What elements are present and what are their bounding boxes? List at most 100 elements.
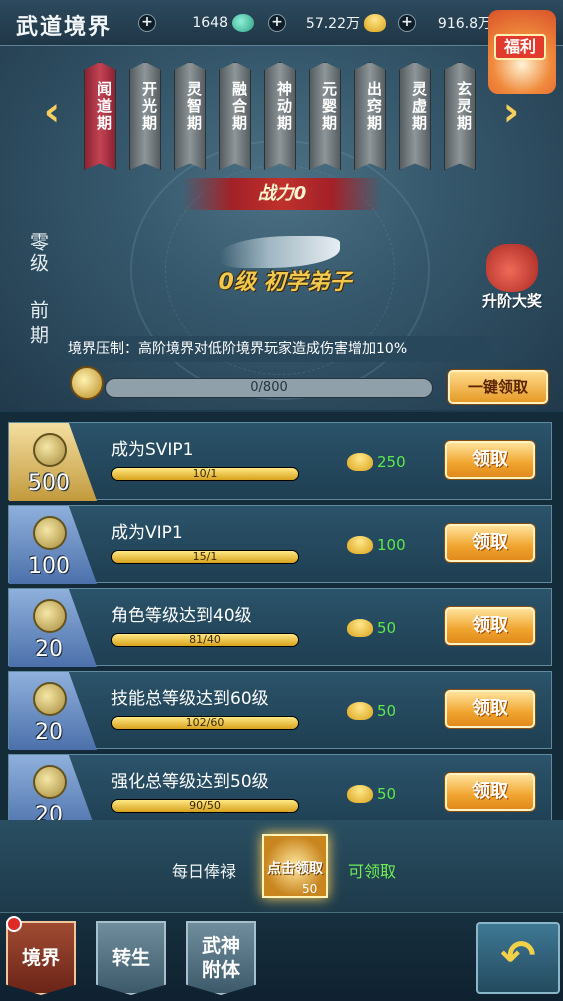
task-reward: 250 bbox=[377, 453, 406, 471]
silver-count: 916.8万 bbox=[437, 16, 492, 32]
task-badge: 20 bbox=[9, 589, 97, 667]
jade-gem-icon bbox=[232, 14, 254, 32]
gold-ingot-icon bbox=[347, 785, 373, 803]
task-row: 100 成为VIP1 15/1 100 领取 bbox=[8, 505, 552, 584]
task-name: 强化总等级达到50级 bbox=[111, 772, 269, 792]
badge-value: 100 bbox=[28, 554, 70, 579]
nav-rebirth[interactable]: 转生 bbox=[96, 921, 166, 995]
task-reward: 50 bbox=[377, 702, 397, 720]
tab-label: 融合期 bbox=[230, 81, 248, 132]
tab-stage-3[interactable]: 灵智期 bbox=[174, 62, 206, 170]
tab-stage-6[interactable]: 元婴期 bbox=[309, 62, 341, 170]
rank-title: 0级 初学弟子 bbox=[218, 270, 352, 295]
claim-button[interactable]: 领取 bbox=[445, 690, 535, 728]
nav-label: 武神附体 bbox=[201, 935, 240, 981]
tab-label: 灵虚期 bbox=[410, 81, 428, 132]
task-row: 20 角色等级达到40级 81/40 50 领取 bbox=[8, 588, 552, 667]
jade-count: 1648 bbox=[192, 15, 228, 31]
nav-label: 转生 bbox=[111, 947, 150, 969]
welfare-button[interactable]: 福利 bbox=[488, 10, 556, 100]
tab-stage-9[interactable]: 玄灵期 bbox=[444, 62, 476, 170]
badge-value: 20 bbox=[35, 637, 63, 662]
daily-salary-label: 每日俸禄 bbox=[172, 862, 237, 881]
nav-label: 境界 bbox=[21, 947, 60, 969]
task-row: 20 强化总等级达到50级 90/50 50 领取 bbox=[8, 754, 552, 820]
task-list[interactable]: 500 成为SVIP1 10/1 250 领取 100 成为VIP1 15/1 … bbox=[0, 412, 563, 820]
add-silver-button[interactable]: + bbox=[398, 14, 416, 32]
claim-button[interactable]: 领取 bbox=[445, 607, 535, 645]
badge-value: 500 bbox=[28, 471, 70, 496]
nav-realm[interactable]: 境界 bbox=[6, 921, 76, 995]
rank-emblem: 0级 初学弟子 bbox=[210, 222, 360, 302]
tab-stage-7[interactable]: 出窍期 bbox=[354, 62, 386, 170]
gold-ingot-icon bbox=[347, 453, 373, 471]
daily-salary-panel: 每日俸禄 点击领取 50 可领取 bbox=[0, 820, 563, 912]
tab-label: 灵智期 bbox=[185, 81, 203, 132]
task-badge: 100 bbox=[9, 506, 97, 584]
task-name: 角色等级达到40级 bbox=[111, 606, 252, 626]
task-badge: 20 bbox=[9, 672, 97, 750]
add-gold-button[interactable]: + bbox=[268, 14, 286, 32]
task-reward: 50 bbox=[377, 619, 397, 637]
badge-value: 20 bbox=[35, 720, 63, 745]
task-reward: 50 bbox=[377, 785, 397, 803]
resource-jade: + 1648 bbox=[138, 12, 254, 34]
gold-count: 57.22万 bbox=[305, 16, 360, 32]
nav-divine-possession[interactable]: 武神附体 bbox=[186, 921, 256, 995]
jade-coin-icon bbox=[33, 599, 67, 633]
daily-claim-text[interactable]: 点击领取 bbox=[262, 858, 328, 878]
total-progress-text: 0/800 bbox=[250, 380, 288, 395]
task-row: 20 技能总等级达到60级 102/60 50 领取 bbox=[8, 671, 552, 750]
claim-button[interactable]: 领取 bbox=[445, 441, 535, 479]
add-jade-button[interactable]: + bbox=[138, 14, 156, 32]
task-progress-text: 81/40 bbox=[189, 633, 221, 646]
jade-coin-icon bbox=[33, 682, 67, 716]
tab-label: 闻道期 bbox=[95, 81, 113, 132]
task-row: 500 成为SVIP1 10/1 250 领取 bbox=[8, 422, 552, 501]
page-title: 武道境界 bbox=[16, 15, 113, 40]
task-name: 成为SVIP1 bbox=[111, 440, 194, 460]
claim-all-button[interactable]: 一键领取 bbox=[448, 370, 548, 404]
tab-label: 出窍期 bbox=[365, 81, 383, 132]
badge-value: 20 bbox=[35, 803, 63, 820]
tab-stage-2[interactable]: 开光期 bbox=[129, 62, 161, 170]
jade-coin-icon bbox=[33, 765, 67, 799]
tab-stage-5[interactable]: 神动期 bbox=[264, 62, 296, 170]
tab-label: 神动期 bbox=[275, 81, 293, 132]
suppression-notice: 境界压制：高阶境界对低阶境界玩家造成伤害增加10% bbox=[40, 336, 530, 362]
task-progress-text: 10/1 bbox=[192, 467, 218, 480]
notification-dot bbox=[6, 916, 22, 932]
gold-ingot-icon bbox=[364, 14, 386, 32]
task-badge: 20 bbox=[9, 755, 97, 820]
task-name: 技能总等级达到60级 bbox=[111, 689, 269, 709]
gold-ingot-icon bbox=[347, 619, 373, 637]
gold-ingot-icon bbox=[347, 536, 373, 554]
reward-bag-icon[interactable] bbox=[486, 244, 538, 292]
top-bar: 武道境界 + 1648 + 57.22万 + 916.8万 bbox=[0, 0, 563, 46]
jade-coin-icon bbox=[33, 433, 67, 467]
jade-coin-icon bbox=[70, 366, 104, 400]
combat-power: 战力0 bbox=[182, 178, 382, 210]
task-progress-text: 102/60 bbox=[185, 716, 225, 729]
daily-amount: 50 bbox=[302, 882, 318, 896]
claim-button[interactable]: 领取 bbox=[445, 773, 535, 811]
jade-coin-icon bbox=[33, 516, 67, 550]
advance-reward-label[interactable]: 升阶大奖 bbox=[476, 290, 548, 311]
claim-button[interactable]: 领取 bbox=[445, 524, 535, 562]
next-arrow-icon[interactable]: › bbox=[497, 90, 525, 136]
tab-label: 元婴期 bbox=[320, 81, 338, 132]
tab-stage-8[interactable]: 灵虚期 bbox=[399, 62, 431, 170]
prev-arrow-icon[interactable]: ‹ bbox=[38, 90, 66, 136]
resource-gold: + 57.22万 bbox=[268, 12, 386, 34]
tab-label: 玄灵期 bbox=[455, 81, 473, 132]
tab-stage-4[interactable]: 融合期 bbox=[219, 62, 251, 170]
gold-ingot-icon bbox=[347, 702, 373, 720]
back-arrow-icon[interactable]: ↶ bbox=[476, 922, 560, 994]
task-reward: 100 bbox=[377, 536, 406, 554]
tab-stage-1[interactable]: 闻道期 bbox=[84, 62, 116, 170]
daily-status: 可领取 bbox=[348, 862, 397, 881]
task-name: 成为VIP1 bbox=[111, 523, 183, 543]
welfare-label: 福利 bbox=[494, 34, 546, 60]
task-progress-text: 15/1 bbox=[192, 550, 218, 563]
tab-label: 开光期 bbox=[140, 81, 158, 132]
